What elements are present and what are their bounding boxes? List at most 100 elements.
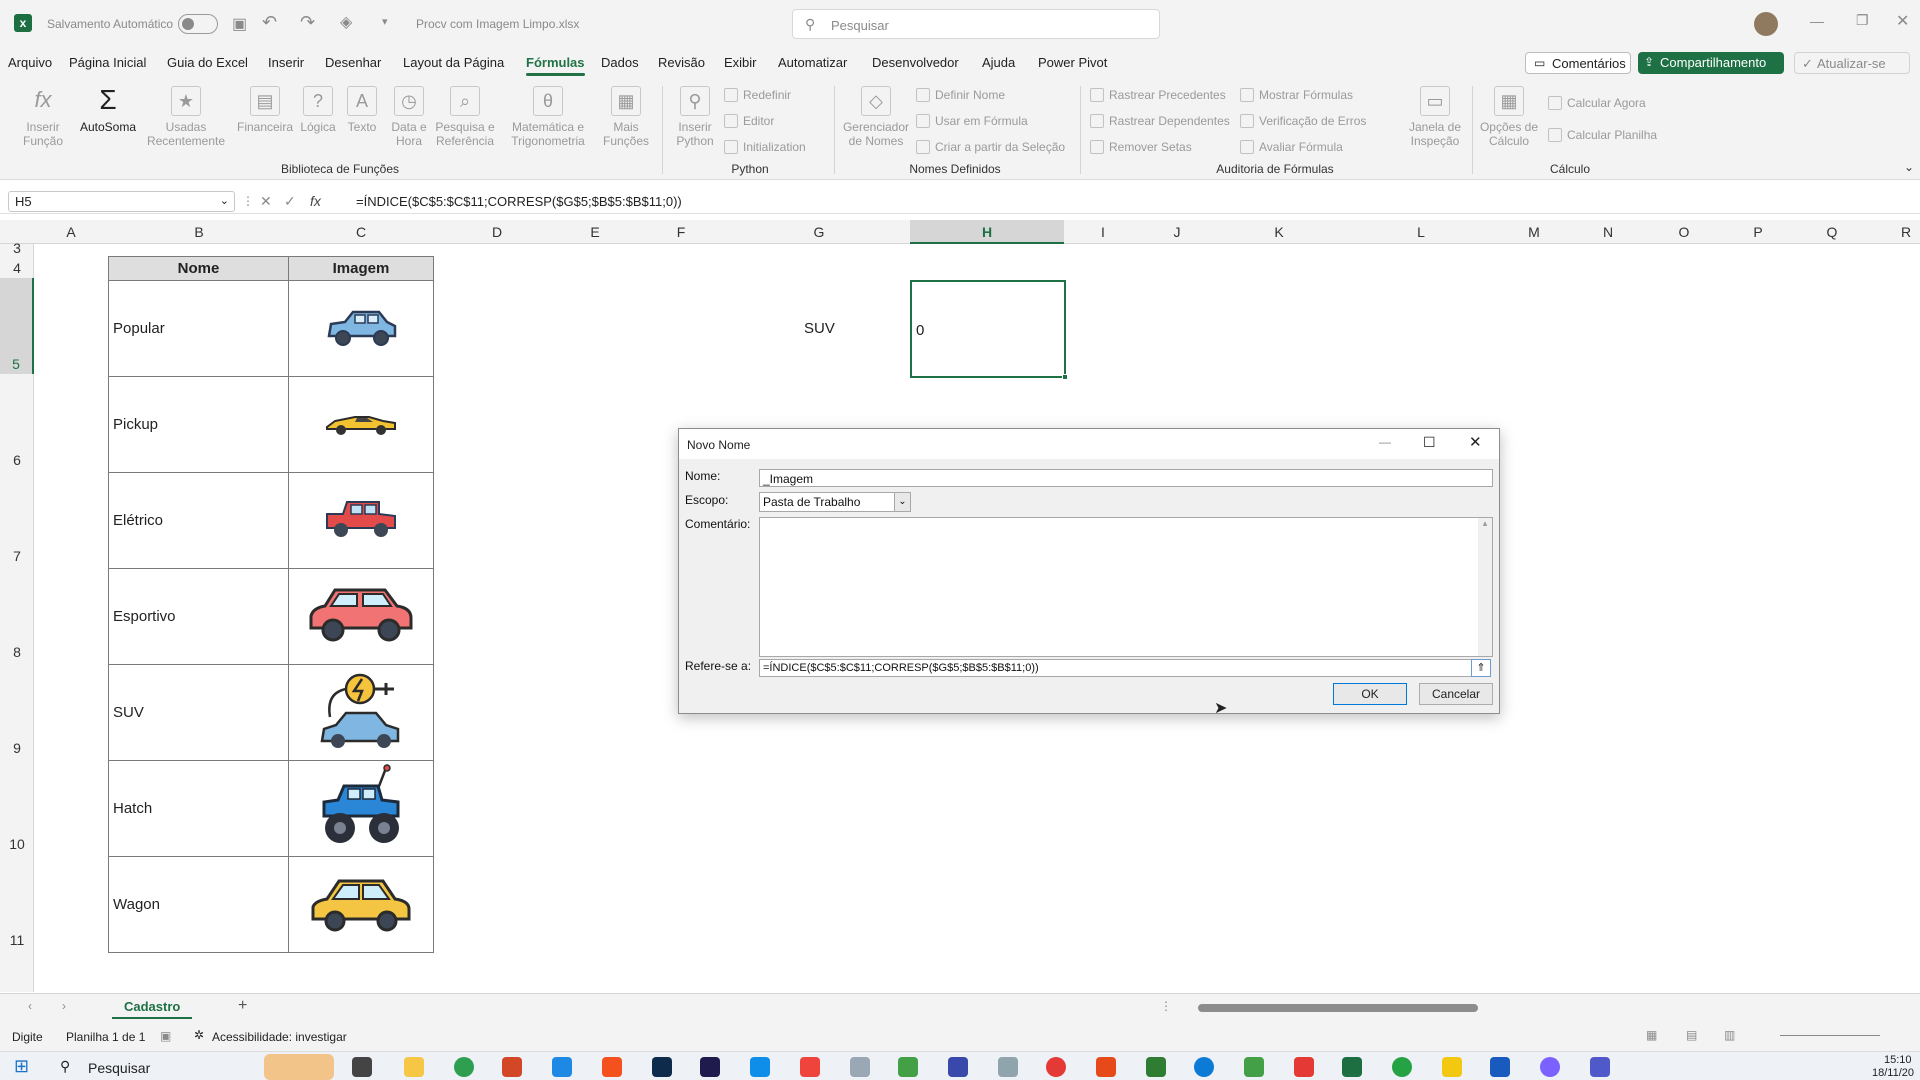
customize-qat-icon[interactable]: ▾ xyxy=(382,15,388,28)
tab-layout[interactable]: Layout da Página xyxy=(403,55,504,70)
task-view-icon[interactable] xyxy=(352,1057,372,1077)
share-button[interactable]: ⇪ Compartilhamento xyxy=(1638,52,1784,74)
financial-button[interactable]: ▤ Financeira xyxy=(232,86,298,134)
image-cell[interactable] xyxy=(288,376,434,473)
tab-guia-excel[interactable]: Guia do Excel xyxy=(167,55,248,70)
after-effects-icon[interactable] xyxy=(700,1057,720,1077)
clock-time[interactable]: 15:10 xyxy=(1884,1054,1912,1066)
text-button[interactable]: A Texto xyxy=(340,86,384,134)
trace-precedents-button[interactable]: Rastrear Precedentes xyxy=(1090,88,1226,102)
zoom-slider[interactable] xyxy=(1780,1035,1880,1036)
accessibility-icon[interactable]: ✲ xyxy=(194,1028,204,1042)
app-orange-icon[interactable] xyxy=(602,1057,622,1077)
taskbar-search[interactable]: Pesquisar xyxy=(88,1060,150,1076)
confirm-entry-icon[interactable]: ✓ xyxy=(284,193,296,210)
close-window-icon[interactable]: ✕ xyxy=(1896,11,1909,31)
tab-revisao[interactable]: Revisão xyxy=(658,55,705,70)
name-cell[interactable]: Elétrico xyxy=(108,472,289,569)
save-icon[interactable]: ▣ xyxy=(232,14,247,34)
scrollbar-thumb[interactable] xyxy=(1198,1004,1478,1012)
row-header[interactable]: 10 xyxy=(0,836,34,852)
row-header[interactable]: 7 xyxy=(0,548,34,564)
minimize-icon[interactable]: — xyxy=(1810,13,1824,29)
column-header[interactable]: K xyxy=(1272,224,1286,240)
widgets-icon[interactable] xyxy=(264,1054,334,1080)
evaluate-formula-button[interactable]: Avaliar Fórmula xyxy=(1240,140,1343,154)
row-header[interactable]: 11 xyxy=(0,932,34,948)
insert-function-button[interactable]: fx Inserir Função xyxy=(14,86,72,148)
create-from-selection-button[interactable]: Criar a partir da Seleção xyxy=(916,140,1065,154)
row-header[interactable]: 6 xyxy=(0,452,34,468)
app-green-icon[interactable] xyxy=(898,1057,918,1077)
comment-textarea[interactable]: ▴ xyxy=(759,517,1493,657)
initialization-button[interactable]: Initialization xyxy=(724,140,806,154)
update-button[interactable]: ✓ Atualizar-se xyxy=(1794,52,1910,74)
column-header[interactable]: G xyxy=(812,224,826,240)
reset-button[interactable]: Redefinir xyxy=(724,88,791,102)
notepad-icon[interactable] xyxy=(998,1057,1018,1077)
header-image-cell[interactable]: Imagem xyxy=(288,256,434,281)
name-cell[interactable]: SUV xyxy=(108,664,289,761)
image-cell[interactable] xyxy=(288,760,434,857)
word-icon[interactable] xyxy=(1490,1057,1510,1077)
app-red2-icon[interactable] xyxy=(1294,1057,1314,1077)
column-header[interactable]: D xyxy=(490,224,504,240)
lookup-key-cell[interactable]: SUV xyxy=(804,320,835,337)
fx-icon[interactable]: fx xyxy=(310,193,321,209)
add-sheet-icon[interactable]: + xyxy=(238,997,247,1015)
tab-desenvolvedor[interactable]: Desenvolvedor xyxy=(872,55,959,70)
row-header[interactable]: 4 xyxy=(0,260,34,276)
file-explorer-icon[interactable] xyxy=(404,1057,424,1077)
refers-input[interactable]: =ÍNDICE($C$5:$C$11;CORRESP($G$5;$B$5:$B$… xyxy=(759,659,1475,677)
selected-cell-h5[interactable]: 0 xyxy=(910,280,1068,380)
chrome-icon[interactable] xyxy=(454,1057,474,1077)
teams-icon[interactable] xyxy=(1590,1057,1610,1077)
clock-date[interactable]: 18/11/20 xyxy=(1872,1067,1914,1079)
scope-select[interactable]: Pasta de Trabalho ⌄ xyxy=(759,492,911,512)
math-button[interactable]: θ Matemática e Trigonometria xyxy=(502,86,594,148)
watch-window-button[interactable]: ▭ Janela de Inspeção xyxy=(1402,86,1468,148)
comment-scrollbar[interactable]: ▴ xyxy=(1478,518,1492,656)
tab-dados[interactable]: Dados xyxy=(601,55,639,70)
calc-now-button[interactable]: Calcular Agora xyxy=(1548,96,1646,110)
taskbar-search-icon[interactable]: ⚲ xyxy=(60,1058,70,1075)
sheet-tab-cadastro[interactable]: Cadastro xyxy=(112,999,193,1019)
row-header-selected[interactable]: 5 xyxy=(0,278,34,374)
more-options-icon[interactable]: ⋮ xyxy=(242,194,254,208)
column-header[interactable]: Q xyxy=(1824,224,1840,240)
column-header[interactable]: L xyxy=(1414,224,1428,240)
column-header[interactable]: I xyxy=(1096,224,1110,240)
dialog-minimize-icon[interactable]: — xyxy=(1379,435,1391,449)
youtube-icon[interactable] xyxy=(1046,1057,1066,1077)
error-checking-button[interactable]: Verificação de Erros xyxy=(1240,114,1366,128)
column-header-selected[interactable]: H xyxy=(910,220,1064,244)
name-cell[interactable]: Popular xyxy=(108,280,289,377)
remove-arrows-button[interactable]: Remover Setas xyxy=(1090,140,1192,154)
copilot-icon[interactable] xyxy=(1540,1057,1560,1077)
column-header[interactable]: J xyxy=(1170,224,1184,240)
name-manager-button[interactable]: ◇ Gerenciador de Nomes xyxy=(838,86,914,148)
name-cell[interactable]: Hatch xyxy=(108,760,289,857)
dialog-close-icon[interactable]: ✕ xyxy=(1469,433,1482,451)
column-header[interactable]: A xyxy=(64,224,78,240)
lookup-button[interactable]: ⌕ Pesquisa e Referência xyxy=(430,86,500,148)
accessibility-text[interactable]: Acessibilidade: investigar xyxy=(212,1030,347,1044)
name-cell[interactable]: Esportivo xyxy=(108,568,289,665)
name-cell[interactable]: Wagon xyxy=(108,856,289,953)
image-cell[interactable] xyxy=(288,280,434,377)
column-header[interactable]: C xyxy=(354,224,368,240)
column-header[interactable]: B xyxy=(192,224,206,240)
row-header[interactable]: 9 xyxy=(0,740,34,756)
column-header[interactable]: F xyxy=(674,224,688,240)
horizontal-scrollbar[interactable] xyxy=(1188,1004,1908,1012)
app-gray-icon[interactable] xyxy=(850,1057,870,1077)
column-header[interactable]: N xyxy=(1600,224,1616,240)
tab-formulas[interactable]: Fórmulas xyxy=(526,55,585,76)
collapse-dialog-icon[interactable]: ⇑ xyxy=(1471,659,1491,677)
comments-button[interactable]: ▭ Comentários xyxy=(1525,52,1631,74)
edge-icon[interactable] xyxy=(1194,1057,1214,1077)
undo-icon[interactable]: ↶ xyxy=(262,12,277,33)
app-green3-icon[interactable] xyxy=(1244,1057,1264,1077)
logical-button[interactable]: ? Lógica xyxy=(296,86,340,134)
next-sheet-icon[interactable]: › xyxy=(62,999,66,1013)
